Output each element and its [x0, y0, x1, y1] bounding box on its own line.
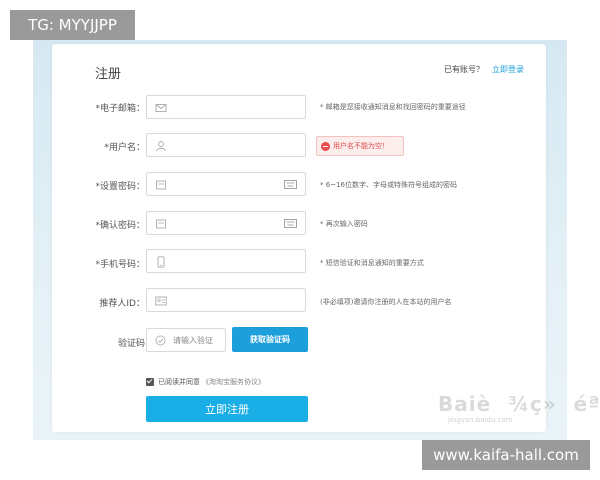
check-circle-icon	[155, 335, 166, 346]
email-hint: * 邮箱是您接收通知消息和找回密码的重要途径	[320, 103, 466, 111]
error-icon	[321, 141, 330, 151]
email-icon	[155, 104, 167, 112]
get-captcha-button[interactable]: 获取验证码	[232, 327, 308, 352]
protocol-link[interactable]: 《淘淘宝服务协议》	[202, 377, 265, 387]
username-error: 用户名不能为空！	[316, 136, 404, 156]
confirm-password-label: *确认密码：	[95, 221, 145, 231]
phone-label: *手机号码：	[95, 260, 145, 270]
lock-icon	[156, 180, 166, 190]
login-link[interactable]: 立即登录	[492, 65, 524, 74]
confirm-password-field[interactable]	[146, 211, 306, 235]
username-field[interactable]	[146, 133, 306, 157]
username-error-text: 用户名不能为空！	[333, 142, 389, 150]
phone-hint: * 短信验证和消息通知的重要方式	[320, 259, 424, 267]
watermark-bottom-right: www.kaifa-hall.com	[422, 440, 590, 470]
referrer-hint: (非必填项)邀请你注册的人在本站的用户名	[320, 298, 452, 306]
referrer-label: 推荐人ID：	[99, 299, 145, 309]
email-label: *电子邮箱：	[95, 104, 145, 114]
user-icon	[156, 141, 166, 152]
email-field[interactable]	[146, 95, 306, 119]
password-field[interactable]	[146, 172, 306, 196]
register-button[interactable]: 立即注册	[146, 396, 308, 422]
keyboard-icon[interactable]	[284, 180, 297, 189]
id-card-icon	[155, 296, 167, 306]
captcha-input[interactable]: 请输入验证	[146, 328, 226, 352]
agree-text: 已阅读并同意	[158, 378, 200, 386]
password-hint: * 6~16位数字、字母或特殊符号组成的密码	[320, 181, 457, 189]
referrer-field[interactable]	[146, 288, 306, 312]
have-account-text: 已有账号？	[444, 65, 484, 74]
baidu-watermark-sub: jingyan.baidu.com	[448, 416, 513, 424]
agree-checkbox[interactable]	[146, 378, 154, 386]
confirm-password-hint: * 再次输入密码	[320, 220, 368, 228]
username-label: *用户名：	[104, 143, 145, 153]
page-title: 注册	[95, 67, 122, 82]
lock-icon	[156, 219, 166, 229]
phone-field[interactable]	[146, 249, 306, 273]
captcha-placeholder: 请输入验证	[173, 336, 213, 345]
keyboard-icon[interactable]	[284, 219, 297, 228]
login-prompt: 已有账号？ 立即登录	[444, 64, 524, 75]
captcha-label: 验证码	[117, 339, 145, 349]
baidu-watermark: Baiè¾ç»éª	[438, 392, 600, 416]
agreement: 已阅读并同意 《淘淘宝服务协议》	[146, 377, 265, 387]
phone-icon	[157, 256, 165, 268]
watermark-top-left: TG: MYYJJPP	[10, 10, 135, 40]
password-label: *设置密码：	[95, 182, 145, 192]
